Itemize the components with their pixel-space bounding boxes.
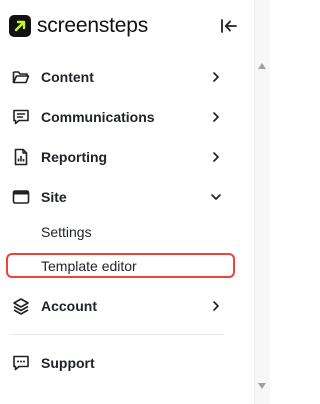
layers-icon (12, 297, 30, 315)
chevron-right-icon (210, 71, 222, 83)
chevron-right-icon (210, 111, 222, 123)
scrollbar[interactable] (254, 0, 270, 404)
screensteps-logo-icon (9, 15, 31, 37)
app-logo[interactable]: screensteps (9, 14, 148, 38)
collapse-sidebar-button[interactable] (219, 17, 239, 35)
nav-label-content: Content (41, 69, 94, 85)
divider (10, 334, 224, 335)
nav-label-communications: Communications (41, 109, 155, 125)
sidebar: screensteps Content Communications Repor… (0, 0, 254, 404)
scroll-up-arrow-icon[interactable] (258, 63, 266, 69)
message-icon (12, 108, 30, 126)
chevron-right-icon (210, 151, 222, 163)
chevron-right-icon (210, 300, 222, 312)
nav-label-support: Support (41, 355, 95, 371)
subnav-item-template-editor[interactable]: Template editor (41, 258, 137, 274)
nav-item-site[interactable]: Site (0, 182, 238, 212)
chat-bubble-icon (12, 354, 30, 372)
nav-item-account[interactable]: Account (0, 291, 238, 321)
nav-label-site: Site (41, 189, 67, 205)
nav-item-support[interactable]: Support (0, 348, 238, 378)
nav-item-reporting[interactable]: Reporting (0, 142, 238, 172)
browser-window-icon (12, 188, 30, 206)
folder-icon (12, 68, 30, 86)
report-icon (12, 148, 30, 166)
logo-text: screensteps (37, 14, 149, 37)
nav-item-communications[interactable]: Communications (0, 102, 238, 132)
scroll-down-arrow-icon[interactable] (258, 383, 266, 389)
chevron-down-icon (210, 191, 222, 203)
subnav-item-settings[interactable]: Settings (41, 224, 92, 240)
nav-item-content[interactable]: Content (0, 62, 238, 92)
nav-label-account: Account (41, 298, 97, 314)
collapse-left-icon (221, 19, 237, 33)
nav-label-reporting: Reporting (41, 149, 108, 165)
